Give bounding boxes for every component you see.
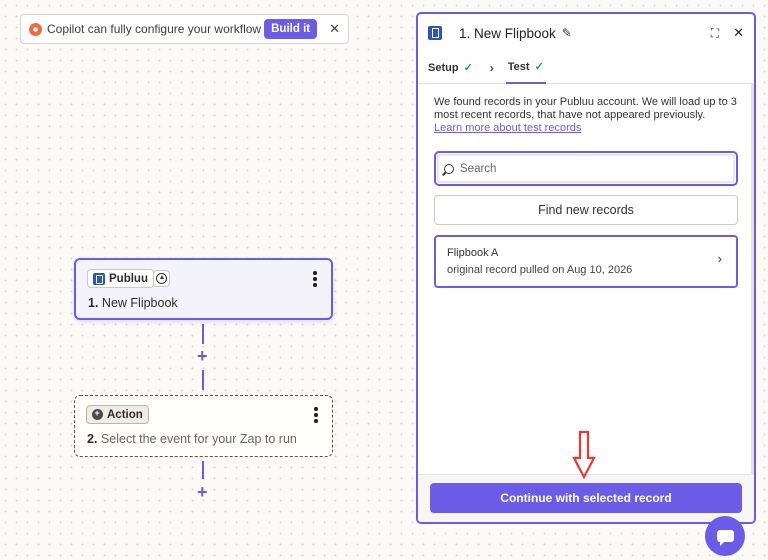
connector-line	[202, 461, 204, 479]
step-title-text: New Flipbook	[101, 296, 178, 310]
record-item[interactable]: Flipbook A original record pulled on Aug…	[434, 235, 738, 288]
kebab-icon[interactable]	[314, 407, 318, 423]
step-number: 1.	[88, 296, 99, 310]
action-step-card[interactable]: Action 2. Select the event for your Zap …	[74, 395, 333, 457]
trigger-step-card[interactable]: Publuu 1. New Flipbook	[74, 258, 333, 320]
add-step-button[interactable]: +	[197, 347, 208, 365]
close-icon[interactable]: ✕	[329, 21, 340, 37]
app-name: Publuu	[109, 272, 148, 285]
chat-icon	[716, 530, 734, 546]
copilot-message: Copilot can fully configure your workflo…	[47, 22, 262, 36]
chevron-right-icon: ›	[489, 60, 494, 75]
search-icon	[444, 163, 454, 174]
close-icon[interactable]: ✕	[733, 25, 744, 41]
expand-icon[interactable]: ⛶	[711, 26, 719, 41]
publuu-logo-icon	[428, 26, 442, 40]
scrollbar[interactable]	[751, 84, 754, 474]
info-text: We found records in your Publuu account.…	[434, 96, 740, 135]
check-icon: ✓	[534, 61, 544, 73]
kebab-icon[interactable]	[313, 271, 317, 287]
chat-button[interactable]	[705, 516, 745, 556]
add-step-button[interactable]: +	[197, 483, 208, 501]
trigger-status-icon	[153, 270, 170, 287]
tab-test[interactable]: Test ✓	[505, 52, 546, 84]
learn-more-link[interactable]: Learn more about test records	[434, 122, 740, 135]
search-field[interactable]	[434, 151, 738, 186]
step-title: 1. New Flipbook	[88, 296, 178, 310]
panel-title: 1. New Flipbook	[459, 25, 556, 41]
step-title-text: Select the event for your Zap to run	[100, 432, 297, 446]
chevron-right-icon: ›	[717, 251, 722, 266]
connector-line	[202, 324, 204, 344]
connector-line	[202, 370, 204, 390]
annotation-arrow-icon	[572, 430, 596, 480]
panel-header: 1. New Flipbook ✎ ⛶ ✕	[418, 14, 754, 52]
tab-setup[interactable]: Setup ✓	[428, 52, 473, 84]
check-icon: ✓	[463, 62, 473, 74]
copilot-banner: Copilot can fully configure your workflo…	[20, 14, 349, 44]
copilot-icon	[29, 22, 42, 36]
build-it-button[interactable]: Build it	[264, 19, 318, 39]
app-pill: Publuu	[87, 269, 154, 288]
panel-tabs: Setup ✓ › Test ✓	[418, 52, 754, 84]
record-subtitle: original record pulled on Aug 10, 2026	[447, 264, 633, 276]
app-pill: Action	[86, 405, 149, 424]
record-title: Flipbook A	[447, 247, 499, 259]
publuu-logo-icon	[93, 272, 105, 285]
pencil-icon[interactable]: ✎	[562, 26, 572, 40]
action-icon	[92, 408, 103, 420]
step-title: 2. Select the event for your Zap to run	[87, 432, 297, 446]
search-input[interactable]	[460, 162, 720, 175]
panel-body: We found records in your Publuu account.…	[418, 84, 754, 288]
step-number: 2.	[87, 432, 98, 446]
continue-button[interactable]: Continue with selected record	[430, 483, 742, 513]
app-name: Action	[107, 408, 143, 421]
find-new-records-button[interactable]: Find new records	[434, 195, 738, 225]
panel-footer: Continue with selected record	[418, 474, 754, 522]
